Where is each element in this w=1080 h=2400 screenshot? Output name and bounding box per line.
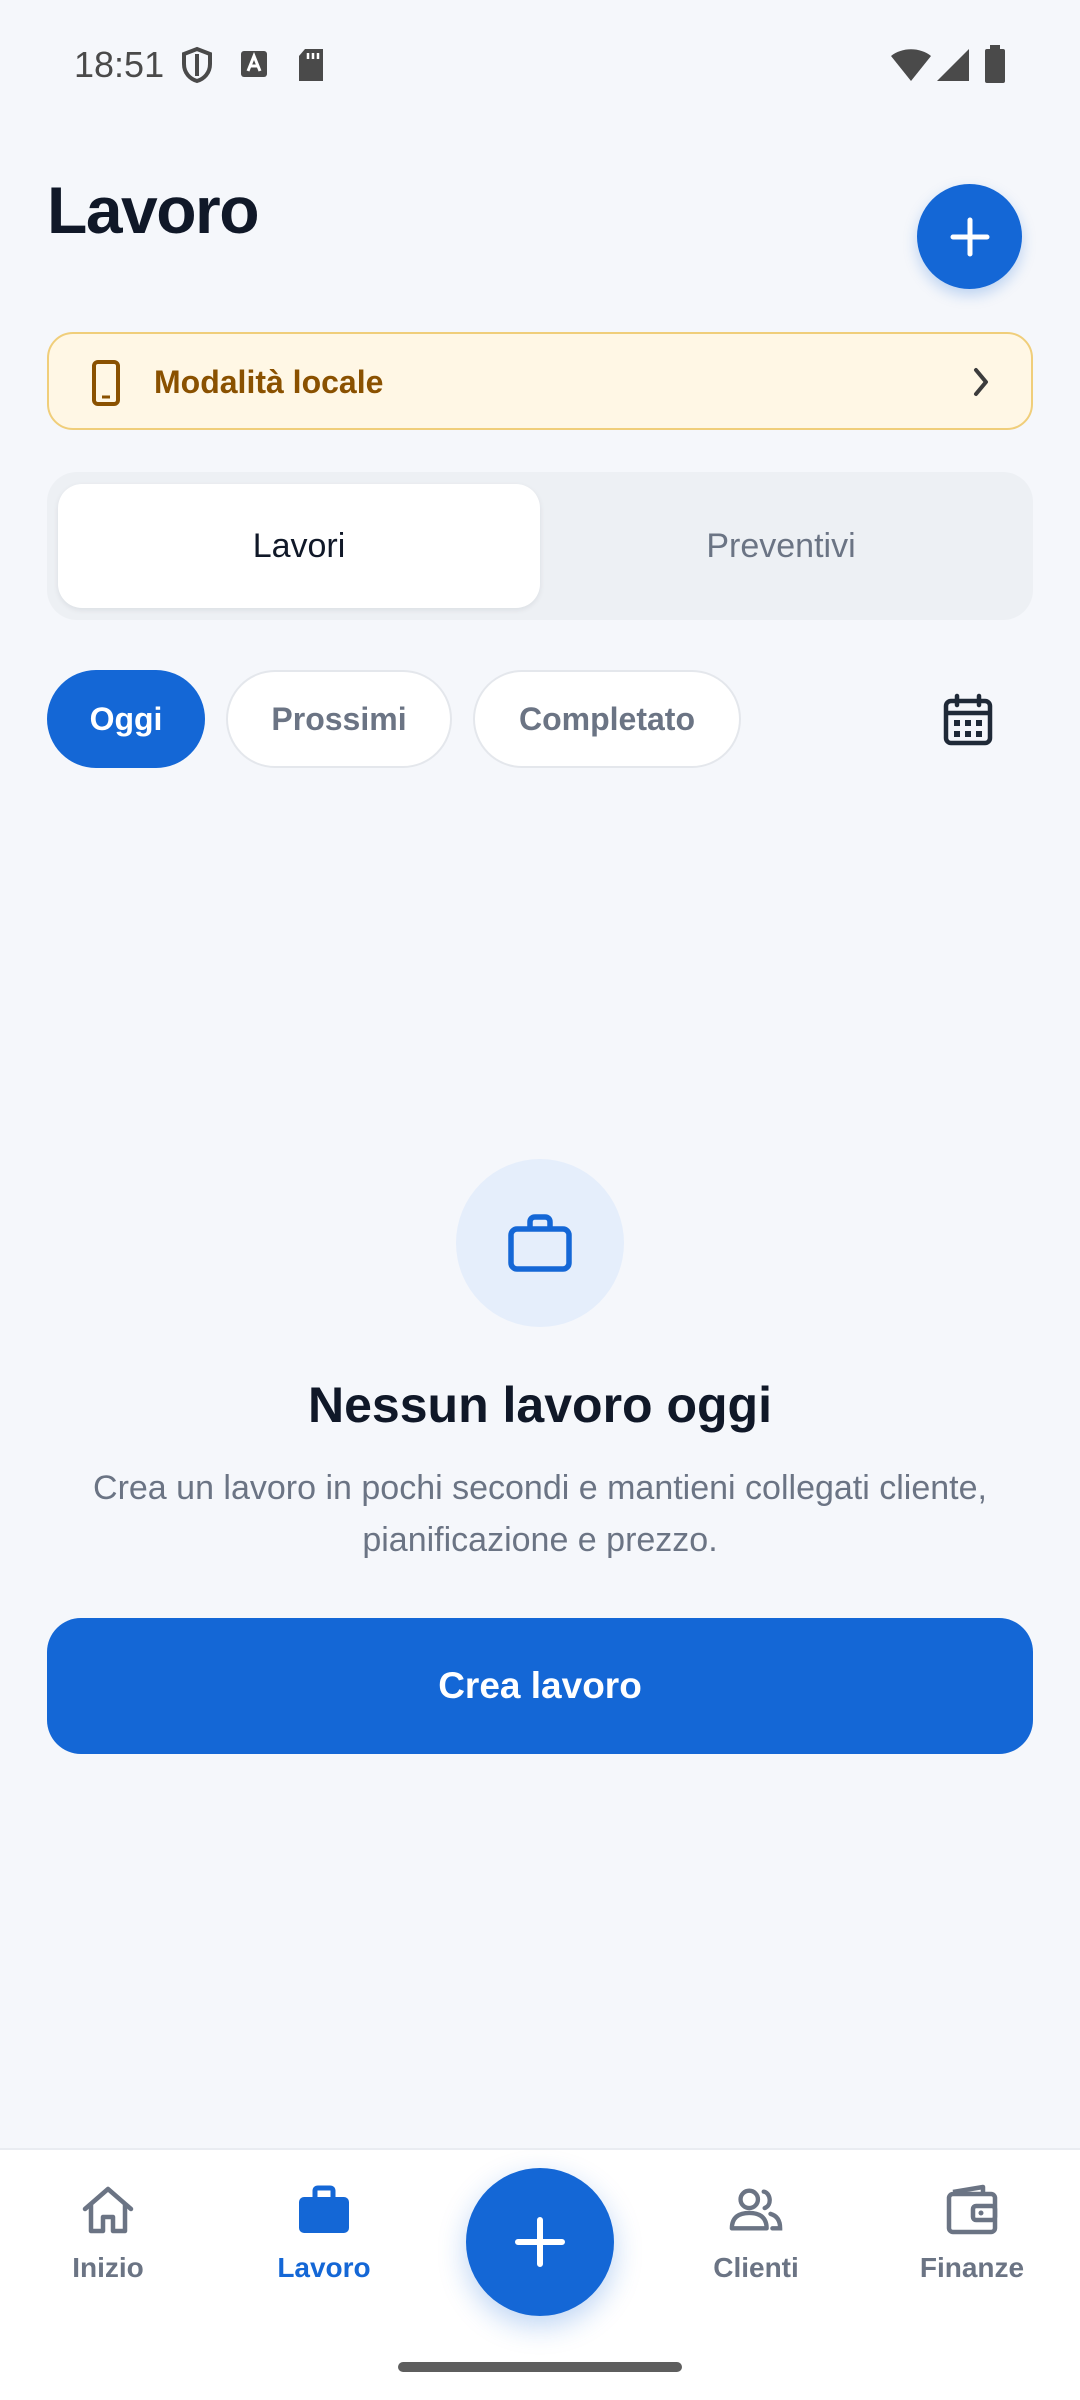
chip-prossimi[interactable]: Prossimi — [226, 670, 452, 768]
wifi-icon — [891, 49, 931, 81]
chevron-right-icon — [974, 368, 988, 396]
nav-label: Finanze — [919, 2252, 1025, 2283]
briefcase-icon — [508, 1214, 572, 1272]
home-indicator[interactable] — [398, 2362, 682, 2372]
status-time: 18:51 — [74, 44, 165, 85]
text-a-icon — [241, 51, 267, 77]
banner-label: Modalità locale — [154, 364, 384, 400]
plus-icon — [515, 2217, 565, 2267]
fab-add-button[interactable] — [466, 2168, 614, 2316]
chip-oggi[interactable]: Oggi — [47, 670, 205, 768]
wallet-icon — [946, 2184, 998, 2235]
people-icon — [729, 2188, 783, 2231]
nav-item-lavoro[interactable]: Lavoro — [244, 2182, 404, 2302]
nav-item-finanze[interactable]: Finanze — [892, 2182, 1052, 2302]
plus-icon — [950, 217, 989, 256]
nav-label: Clienti — [713, 2252, 799, 2283]
calendar-button[interactable] — [938, 690, 998, 750]
sd-card-icon — [299, 49, 323, 81]
smartphone-icon — [92, 360, 120, 406]
page-title: Lavoro — [47, 173, 260, 247]
empty-state-title: Nessun lavoro oggi — [308, 1377, 772, 1433]
shield-icon — [182, 46, 212, 84]
battery-icon — [985, 45, 1005, 83]
nav-item-clienti[interactable]: Clienti — [676, 2182, 836, 2302]
local-mode-banner[interactable]: Modalità locale — [47, 332, 1033, 430]
segmented-control: Lavori Preventivi — [47, 472, 1033, 620]
create-job-button[interactable]: Crea lavoro — [47, 1618, 1033, 1754]
signal-icon — [937, 49, 969, 81]
status-bar: 18:51 — [0, 0, 1080, 132]
calendar-icon — [943, 693, 993, 746]
briefcase-icon — [299, 2185, 349, 2233]
tab-preventivi[interactable]: Preventivi — [540, 484, 1022, 608]
nav-label: Lavoro — [277, 2252, 371, 2283]
screen: 18:51 Lavoro Modalità locale Lavori Prev… — [0, 0, 1080, 2400]
chip-completato[interactable]: Completato — [473, 670, 741, 768]
nav-item-inizio[interactable]: Inizio — [28, 2182, 188, 2302]
home-icon — [82, 2186, 134, 2234]
empty-state-description: Crea un lavoro in pochi secondi e mantie… — [93, 1469, 987, 1559]
nav-label: Inizio — [72, 2252, 144, 2283]
tab-lavori[interactable]: Lavori — [58, 484, 540, 608]
empty-state-icon-container — [456, 1159, 624, 1327]
add-button[interactable] — [917, 184, 1022, 289]
